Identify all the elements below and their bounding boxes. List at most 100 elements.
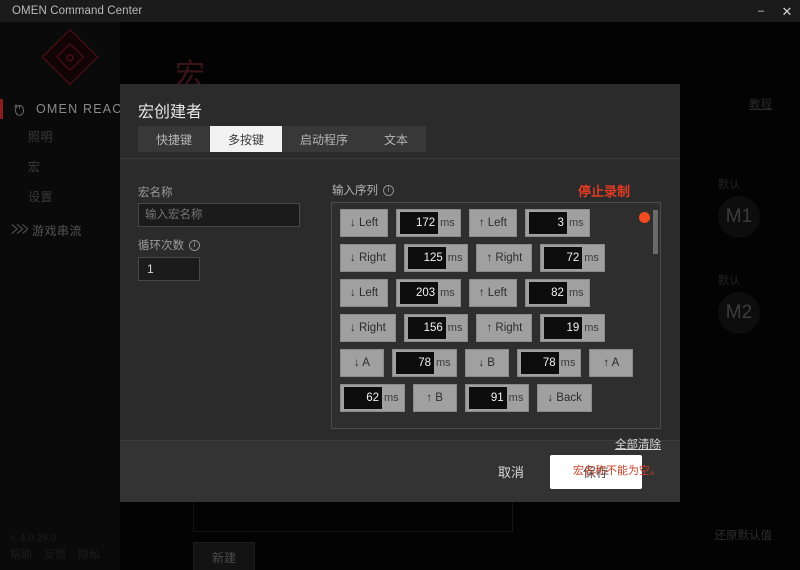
- device-active-accent: [0, 99, 3, 119]
- sequence-delay-chip[interactable]: 125 ms: [403, 244, 469, 272]
- sequence-delay-value[interactable]: 62: [344, 387, 382, 409]
- sequence-key-chip[interactable]: ↓ Right: [340, 244, 396, 272]
- sequence-delay-chip[interactable]: 156 ms: [403, 314, 469, 342]
- sequence-delay-chip[interactable]: 78 ms: [516, 349, 582, 377]
- macro-name-input[interactable]: [138, 203, 300, 227]
- input-sequence-label-text: 输入序列: [332, 185, 378, 197]
- sequence-delay-value[interactable]: 78: [520, 352, 559, 374]
- footer-link-help[interactable]: 帮助: [10, 546, 32, 562]
- sequence-delay-chip[interactable]: 82 ms: [524, 279, 590, 307]
- sequence-delay-chip[interactable]: 78 ms: [392, 349, 457, 377]
- version-label: v. 4.0.29.0: [10, 533, 56, 544]
- sequence-delay-chip[interactable]: 172 ms: [396, 209, 461, 237]
- loop-count-label-text: 循环次数: [138, 240, 184, 252]
- sequence-delay-unit: ms: [440, 217, 455, 229]
- profile-m2[interactable]: 默认 M2: [718, 272, 760, 334]
- new-macro-button[interactable]: 新建: [193, 542, 255, 570]
- clear-all-link[interactable]: 全部清除: [615, 436, 661, 452]
- macro-name-label: 宏名称: [138, 187, 173, 199]
- dialog-title: 宏创建者: [138, 104, 203, 121]
- validation-error-message: 宏名称不能为空。: [573, 465, 661, 477]
- tab-launch-program[interactable]: 启动程序: [282, 126, 366, 152]
- sequence-delay-unit: ms: [584, 322, 599, 334]
- sequence-delay-unit: ms: [447, 252, 463, 264]
- sequence-key-chip[interactable]: ↓ B: [464, 349, 509, 377]
- tab-shortcut-key[interactable]: 快捷键: [138, 126, 210, 152]
- sequence-key-chip[interactable]: ↑ B: [412, 384, 457, 412]
- info-icon[interactable]: i: [189, 239, 200, 251]
- sequence-delay-unit: ms: [436, 357, 451, 369]
- mouse-icon: [13, 103, 26, 116]
- sequence-key-chip[interactable]: ↑ Left: [468, 279, 517, 307]
- sequence-delay-chip[interactable]: 72 ms: [540, 244, 605, 272]
- sequence-key-chip[interactable]: ↑ Right: [476, 244, 533, 272]
- window-title: OMEN Command Center: [12, 5, 143, 17]
- omen-logo-icon: [41, 28, 99, 86]
- game-stream-label: 游戏串流: [32, 224, 83, 238]
- dialog-tabbar: 快捷键 多按键 启动程序 文本: [138, 126, 427, 152]
- title-bar: OMEN Command Center – ✕: [0, 0, 800, 22]
- sequence-delay-unit: ms: [508, 392, 524, 404]
- stream-icon: [8, 223, 30, 238]
- profile-m1-badge[interactable]: M1: [718, 196, 760, 238]
- sequence-delay-value[interactable]: 82: [528, 282, 567, 304]
- sequence-delay-chip[interactable]: 62 ms: [340, 384, 405, 412]
- sequence-delay-chip[interactable]: 91 ms: [464, 384, 530, 412]
- sidebar-item-lighting[interactable]: 照明: [28, 128, 53, 145]
- sequence-delay-value[interactable]: 78: [396, 352, 434, 374]
- input-sequence-box[interactable]: ↓ Left 172 ms ↑ Left 3 ms ↓ Right 125 ms ↑ Right 7…: [331, 202, 661, 429]
- sidebar-item-game-stream[interactable]: 游戏串流: [8, 222, 82, 239]
- tab-text[interactable]: 文本: [366, 126, 426, 152]
- sequence-delay-value[interactable]: 19: [544, 317, 583, 339]
- sequence-delay-chip[interactable]: 3 ms: [524, 209, 590, 237]
- sequence-delay-value[interactable]: 3: [528, 212, 567, 234]
- sequence-key-chip[interactable]: ↓ A: [340, 349, 384, 377]
- sequence-scrollbar[interactable]: [653, 206, 658, 427]
- profile-m2-caption: 默认: [718, 275, 740, 287]
- dialog-header: 宏创建者 快捷键 多按键 启动程序 文本: [120, 84, 680, 158]
- sequence-delay-unit: ms: [568, 287, 584, 299]
- profile-m1[interactable]: 默认 M1: [718, 176, 760, 238]
- minimize-icon[interactable]: –: [748, 0, 774, 22]
- sequence-delay-unit: ms: [440, 287, 455, 299]
- sequence-delay-unit: ms: [568, 217, 584, 229]
- info-icon[interactable]: i: [383, 184, 394, 196]
- sequence-key-chip[interactable]: ↑ A: [589, 349, 634, 377]
- sequence-delay-value[interactable]: 125: [407, 247, 446, 269]
- tutorial-link[interactable]: 教程: [749, 96, 772, 112]
- sequence-delay-unit: ms: [584, 252, 599, 264]
- sequence-key-chip[interactable]: ↑ Right: [476, 314, 533, 342]
- footer-link-privacy[interactable]: 隐私: [78, 546, 100, 562]
- sequence-key-chip[interactable]: ↓ Right: [340, 314, 396, 342]
- sidebar-item-settings[interactable]: 设置: [28, 188, 53, 205]
- record-dot-icon: [639, 212, 650, 223]
- sequence-key-chip[interactable]: ↑ Left: [468, 209, 517, 237]
- sequence-delay-unit: ms: [560, 357, 576, 369]
- sequence-key-chip[interactable]: ↓ Back: [537, 384, 592, 412]
- sequence-delay-value[interactable]: 72: [544, 247, 583, 269]
- sequence-scrollbar-thumb[interactable]: [653, 210, 658, 254]
- sequence-key-chip[interactable]: ↓ Left: [340, 209, 389, 237]
- loop-count-input[interactable]: 1: [138, 257, 200, 281]
- sequence-delay-unit: ms: [384, 392, 399, 404]
- sequence-delay-chip[interactable]: 203 ms: [396, 279, 461, 307]
- sequence-delay-unit: ms: [447, 322, 463, 334]
- restore-defaults-link[interactable]: 还原默认值: [715, 527, 773, 543]
- dialog-body: 宏名称 循环次数 i 1 输入序列 i 停止录制 ↓ Left172ms↑ Le…: [120, 159, 680, 477]
- sequence-delay-value[interactable]: 91: [468, 387, 507, 409]
- sequence-key-chip[interactable]: ↓ Left: [340, 279, 389, 307]
- sequence-delay-chip[interactable]: 19 ms: [540, 314, 605, 342]
- profile-m2-badge[interactable]: M2: [718, 292, 760, 334]
- macro-creator-dialog: 宏创建者 快捷键 多按键 启动程序 文本 宏名称 循环次数 i 1 输入序列 i…: [120, 84, 680, 502]
- sequence-delay-value[interactable]: 156: [407, 317, 446, 339]
- tab-multi-key[interactable]: 多按键: [210, 126, 283, 152]
- stop-record-button[interactable]: 停止录制: [578, 181, 630, 200]
- sequence-delay-value[interactable]: 172: [400, 212, 439, 234]
- close-icon[interactable]: ✕: [774, 0, 800, 22]
- cancel-button[interactable]: 取消: [494, 456, 528, 487]
- footer-links: 帮助 反馈 隐私: [10, 546, 100, 562]
- footer-link-feedback[interactable]: 反馈: [44, 546, 66, 562]
- loop-count-label: 循环次数 i: [138, 237, 200, 253]
- sidebar-item-macro[interactable]: 宏: [28, 158, 41, 175]
- sequence-delay-value[interactable]: 203: [400, 282, 439, 304]
